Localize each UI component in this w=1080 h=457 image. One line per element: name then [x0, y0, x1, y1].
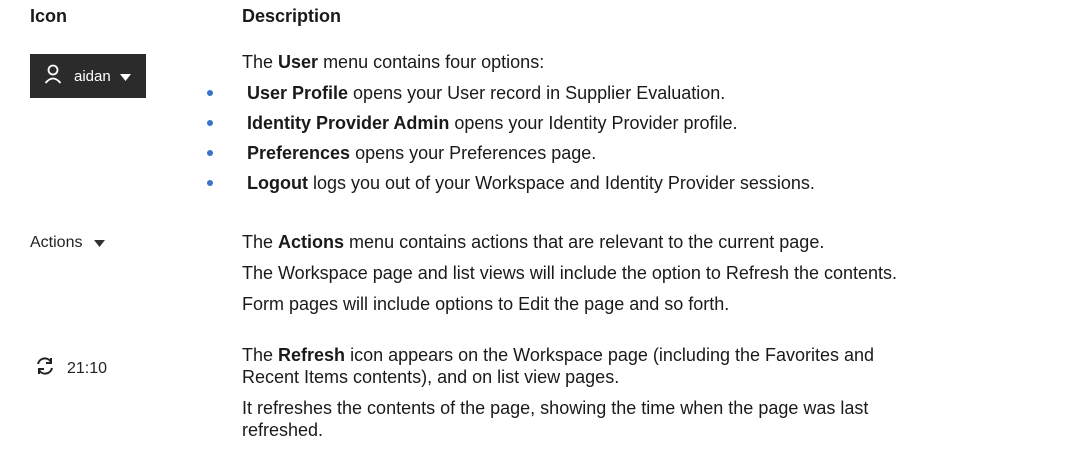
- list-item: Identity Provider Admin opens your Ident…: [207, 112, 815, 134]
- chevron-down-icon: [94, 234, 106, 252]
- actions-line-2: The Workspace page and list views will i…: [242, 263, 898, 283]
- refresh-icon: [34, 355, 56, 382]
- refresh-line-3: It refreshes the contents of the page, s…: [242, 398, 869, 418]
- icon-column-header: Icon: [30, 6, 68, 26]
- refresh-description: The Refresh icon appears on the Workspac…: [242, 344, 874, 441]
- actions-line-3: Form pages will include options to Edit …: [242, 294, 730, 314]
- actions-menu-button[interactable]: Actions: [30, 234, 106, 252]
- username-label: aidan: [74, 67, 111, 85]
- person-icon: [44, 64, 62, 88]
- user-menu-intro: The User menu contains four options:: [242, 52, 545, 72]
- user-menu-description: The User menu contains four options: Use…: [207, 51, 815, 194]
- refresh-line-1: The Refresh icon appears on the Workspac…: [242, 345, 875, 365]
- list-item: Logout logs you out of your Workspace an…: [207, 172, 815, 194]
- actions-label: Actions: [30, 234, 83, 251]
- list-item: User Profile opens your User record in S…: [207, 82, 815, 104]
- refresh-button[interactable]: 21:10: [34, 355, 107, 382]
- chevron-down-icon: [119, 68, 131, 85]
- description-column-header: Description: [242, 6, 342, 26]
- refresh-time: 21:10: [67, 359, 108, 377]
- refresh-line-4: refreshed.: [242, 420, 324, 440]
- actions-description: The Actions menu contains actions that a…: [242, 231, 897, 315]
- refresh-line-2: Recent Items contents), and on list view…: [242, 367, 620, 387]
- user-menu-button[interactable]: aidan: [30, 54, 146, 98]
- actions-line-1: The Actions menu contains actions that a…: [242, 232, 825, 252]
- user-menu-options: User Profile opens your User record in S…: [207, 82, 815, 194]
- list-item: Preferences opens your Preferences page.: [207, 142, 815, 164]
